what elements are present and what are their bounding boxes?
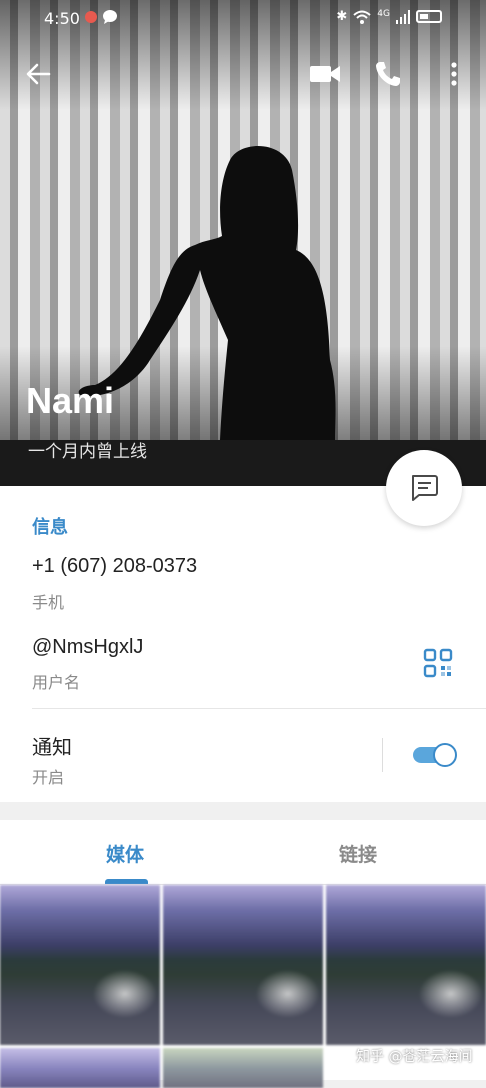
signal-icon	[396, 9, 410, 24]
qr-code-button[interactable]	[420, 645, 456, 681]
profile-name: Nami	[26, 380, 115, 421]
video-call-button[interactable]	[305, 54, 345, 94]
notifications-toggle[interactable]	[411, 741, 459, 769]
status-right-icons: ✱ 4G	[336, 9, 442, 24]
status-bar: 4:50 ✱ 4G	[0, 0, 486, 36]
media-tabs: 媒体 链接	[0, 820, 486, 885]
tab-links[interactable]: 链接	[339, 840, 377, 867]
battery-icon	[416, 10, 442, 23]
tab-media[interactable]: 媒体	[106, 840, 144, 867]
media-thumbnail[interactable]	[0, 885, 160, 1045]
media-thumbnail[interactable]	[163, 885, 323, 1045]
profile-header-photo[interactable]: 4:50 ✱ 4G Nami 一个月内曾上线	[0, 0, 486, 486]
app-notification-icon	[85, 11, 97, 23]
section-gap	[0, 802, 486, 820]
watermark: 知乎 @苍茫云海间	[356, 1049, 473, 1065]
video-call-icon	[310, 66, 340, 82]
more-vertical-icon	[451, 62, 457, 86]
voice-call-button[interactable]	[368, 54, 408, 94]
last-seen-status: 一个月内曾上线	[28, 442, 147, 462]
active-tab-indicator	[105, 879, 148, 884]
phone-label: 手机	[32, 593, 65, 612]
media-thumbnail[interactable]	[326, 885, 486, 1045]
wifi-icon	[353, 10, 371, 24]
username-label: 用户名	[32, 673, 81, 692]
vertical-divider	[382, 738, 383, 772]
more-options-button[interactable]	[434, 54, 474, 94]
back-arrow-icon	[26, 63, 51, 85]
info-section-title: 信息	[32, 517, 68, 538]
notification-icons	[84, 9, 118, 25]
username[interactable]: @NmsHgxlJ	[32, 636, 143, 659]
chat-notification-icon	[103, 10, 117, 24]
message-icon	[412, 475, 438, 501]
qr-code-icon	[423, 648, 453, 678]
media-thumbnail[interactable]	[163, 1048, 323, 1088]
back-button[interactable]	[18, 54, 58, 94]
bluetooth-icon: ✱	[336, 9, 348, 24]
network-type-label: 4G	[377, 9, 390, 19]
send-message-button[interactable]	[386, 450, 462, 526]
phone-icon	[376, 62, 400, 86]
media-thumbnail[interactable]	[0, 1048, 160, 1088]
toggle-knob	[433, 743, 457, 767]
notifications-state: 开启	[32, 768, 65, 787]
notifications-label[interactable]: 通知	[32, 731, 72, 760]
status-time: 4:50	[44, 9, 80, 28]
divider	[32, 708, 486, 709]
phone-number[interactable]: +1 (607) 208-0373	[32, 555, 197, 578]
